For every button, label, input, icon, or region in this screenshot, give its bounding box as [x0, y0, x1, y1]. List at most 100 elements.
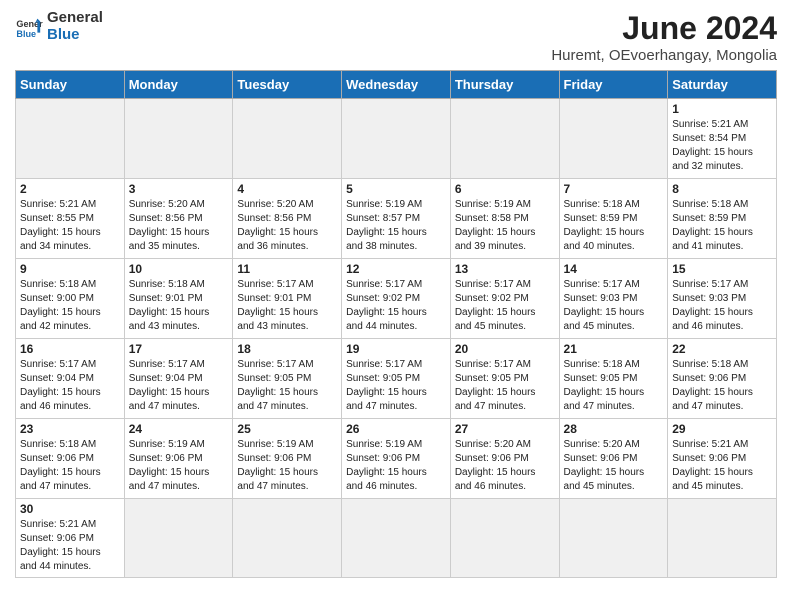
calendar-cell: 19 Sunrise: 5:17 AM Sunset: 9:05 PM Dayli… — [342, 339, 451, 419]
day-info: Sunrise: 5:17 AM Sunset: 9:05 PM Dayligh… — [346, 358, 446, 414]
day-number: 20 — [455, 342, 555, 356]
calendar-cell: 23 Sunrise: 5:18 AM Sunset: 9:06 PM Dayli… — [16, 419, 125, 499]
day-number: 7 — [564, 182, 664, 196]
calendar-cell: 24Sunrise: 5:19 AM Sunset: 9:06 PM Dayli… — [124, 419, 233, 499]
day-info: Sunrise: 5:18 AM Sunset: 9:05 PM Dayligh… — [564, 358, 664, 414]
day-number: 13 — [455, 262, 555, 276]
weekday-header-wednesday: Wednesday — [342, 71, 451, 99]
calendar-cell — [233, 499, 342, 578]
day-number: 15 — [672, 262, 772, 276]
calendar-cell: 3Sunrise: 5:20 AM Sunset: 8:56 PM Daylig… — [124, 179, 233, 259]
calendar-cell: 2 Sunrise: 5:21 AM Sunset: 8:55 PM Daylig… — [16, 179, 125, 259]
day-number: 27 — [455, 422, 555, 436]
calendar-cell: 14Sunrise: 5:17 AM Sunset: 9:03 PM Dayli… — [559, 259, 668, 339]
weekday-header-monday: Monday — [124, 71, 233, 99]
calendar-cell: 20Sunrise: 5:17 AM Sunset: 9:05 PM Dayli… — [450, 339, 559, 419]
calendar-cell: 30 Sunrise: 5:21 AM Sunset: 9:06 PM Dayli… — [16, 499, 125, 578]
day-info: Sunrise: 5:20 AM Sunset: 8:56 PM Dayligh… — [237, 198, 337, 254]
day-info: Sunrise: 5:20 AM Sunset: 9:06 PM Dayligh… — [564, 438, 664, 494]
calendar-cell: 8Sunrise: 5:18 AM Sunset: 8:59 PM Daylig… — [668, 179, 777, 259]
calendar-cell: 7Sunrise: 5:18 AM Sunset: 8:59 PM Daylig… — [559, 179, 668, 259]
weekday-header-saturday: Saturday — [668, 71, 777, 99]
day-info: Sunrise: 5:19 AM Sunset: 9:06 PM Dayligh… — [346, 438, 446, 494]
header: General Blue General Blue June 2024 Hure… — [15, 10, 777, 64]
calendar-cell — [450, 99, 559, 179]
day-number: 6 — [455, 182, 555, 196]
calendar-cell: 9 Sunrise: 5:18 AM Sunset: 9:00 PM Daylig… — [16, 259, 125, 339]
day-number: 26 — [346, 422, 446, 436]
day-info: Sunrise: 5:21 AM Sunset: 9:06 PM Dayligh… — [20, 518, 120, 574]
logo-general: General — [47, 10, 103, 27]
logo-icon: General Blue — [15, 13, 43, 41]
calendar-cell: 13 Sunrise: 5:17 AM Sunset: 9:02 PM Dayli… — [450, 259, 559, 339]
calendar-cell: 5 Sunrise: 5:19 AM Sunset: 8:57 PM Daylig… — [342, 179, 451, 259]
day-info: Sunrise: 5:18 AM Sunset: 9:06 PM Dayligh… — [672, 358, 772, 414]
calendar-cell — [342, 499, 451, 578]
day-info: Sunrise: 5:17 AM Sunset: 9:01 PM Dayligh… — [237, 278, 337, 334]
day-number: 16 — [20, 342, 120, 356]
weekday-header-thursday: Thursday — [450, 71, 559, 99]
day-number: 9 — [20, 262, 120, 276]
calendar-cell — [559, 99, 668, 179]
day-number: 8 — [672, 182, 772, 196]
calendar: SundayMondayTuesdayWednesdayThursdayFrid… — [15, 70, 777, 578]
day-info: Sunrise: 5:17 AM Sunset: 9:04 PM Dayligh… — [129, 358, 229, 414]
day-number: 28 — [564, 422, 664, 436]
logo: General Blue General Blue — [15, 10, 103, 43]
day-number: 11 — [237, 262, 337, 276]
day-info: Sunrise: 5:21 AM Sunset: 8:54 PM Dayligh… — [672, 118, 772, 174]
day-info: Sunrise: 5:21 AM Sunset: 9:06 PM Dayligh… — [672, 438, 772, 494]
day-number: 30 — [20, 502, 120, 516]
calendar-header: SundayMondayTuesdayWednesdayThursdayFrid… — [16, 71, 777, 99]
day-info: Sunrise: 5:18 AM Sunset: 9:06 PM Dayligh… — [20, 438, 120, 494]
day-number: 5 — [346, 182, 446, 196]
calendar-cell: 6 Sunrise: 5:19 AM Sunset: 8:58 PM Daylig… — [450, 179, 559, 259]
day-number: 25 — [237, 422, 337, 436]
calendar-cell — [342, 99, 451, 179]
calendar-cell — [450, 499, 559, 578]
day-info: Sunrise: 5:19 AM Sunset: 8:57 PM Dayligh… — [346, 198, 446, 254]
day-number: 23 — [20, 422, 120, 436]
calendar-cell: 4Sunrise: 5:20 AM Sunset: 8:56 PM Daylig… — [233, 179, 342, 259]
day-info: Sunrise: 5:17 AM Sunset: 9:03 PM Dayligh… — [672, 278, 772, 334]
day-number: 3 — [129, 182, 229, 196]
calendar-cell — [559, 499, 668, 578]
day-info: Sunrise: 5:17 AM Sunset: 9:05 PM Dayligh… — [237, 358, 337, 414]
day-info: Sunrise: 5:18 AM Sunset: 9:00 PM Dayligh… — [20, 278, 120, 334]
day-info: Sunrise: 5:17 AM Sunset: 9:02 PM Dayligh… — [455, 278, 555, 334]
weekday-header-friday: Friday — [559, 71, 668, 99]
calendar-cell: 1 Sunrise: 5:21 AM Sunset: 8:54 PM Daylig… — [668, 99, 777, 179]
day-info: Sunrise: 5:17 AM Sunset: 9:04 PM Dayligh… — [20, 358, 120, 414]
day-info: Sunrise: 5:19 AM Sunset: 8:58 PM Dayligh… — [455, 198, 555, 254]
calendar-cell: 29 Sunrise: 5:21 AM Sunset: 9:06 PM Dayli… — [668, 419, 777, 499]
calendar-cell: 11 Sunrise: 5:17 AM Sunset: 9:01 PM Dayli… — [233, 259, 342, 339]
day-number: 18 — [237, 342, 337, 356]
day-number: 10 — [129, 262, 229, 276]
calendar-cell: 18 Sunrise: 5:17 AM Sunset: 9:05 PM Dayli… — [233, 339, 342, 419]
calendar-cell — [668, 499, 777, 578]
calendar-cell: 16 Sunrise: 5:17 AM Sunset: 9:04 PM Dayli… — [16, 339, 125, 419]
calendar-cell: 25 Sunrise: 5:19 AM Sunset: 9:06 PM Dayli… — [233, 419, 342, 499]
weekday-header-sunday: Sunday — [16, 71, 125, 99]
day-info: Sunrise: 5:17 AM Sunset: 9:03 PM Dayligh… — [564, 278, 664, 334]
subtitle: Huremt, OEvoerhangay, Mongolia — [551, 47, 777, 64]
day-info: Sunrise: 5:20 AM Sunset: 9:06 PM Dayligh… — [455, 438, 555, 494]
logo-blue: Blue — [47, 27, 103, 44]
calendar-cell — [16, 99, 125, 179]
day-number: 19 — [346, 342, 446, 356]
calendar-cell — [124, 499, 233, 578]
calendar-cell — [124, 99, 233, 179]
day-number: 12 — [346, 262, 446, 276]
day-number: 1 — [672, 102, 772, 116]
day-number: 2 — [20, 182, 120, 196]
day-number: 29 — [672, 422, 772, 436]
day-number: 17 — [129, 342, 229, 356]
calendar-cell: 26 Sunrise: 5:19 AM Sunset: 9:06 PM Dayli… — [342, 419, 451, 499]
day-info: Sunrise: 5:21 AM Sunset: 8:55 PM Dayligh… — [20, 198, 120, 254]
day-info: Sunrise: 5:19 AM Sunset: 9:06 PM Dayligh… — [237, 438, 337, 494]
calendar-cell: 15 Sunrise: 5:17 AM Sunset: 9:03 PM Dayli… — [668, 259, 777, 339]
day-number: 22 — [672, 342, 772, 356]
day-number: 21 — [564, 342, 664, 356]
calendar-cell: 28 Sunrise: 5:20 AM Sunset: 9:06 PM Dayli… — [559, 419, 668, 499]
day-number: 24 — [129, 422, 229, 436]
